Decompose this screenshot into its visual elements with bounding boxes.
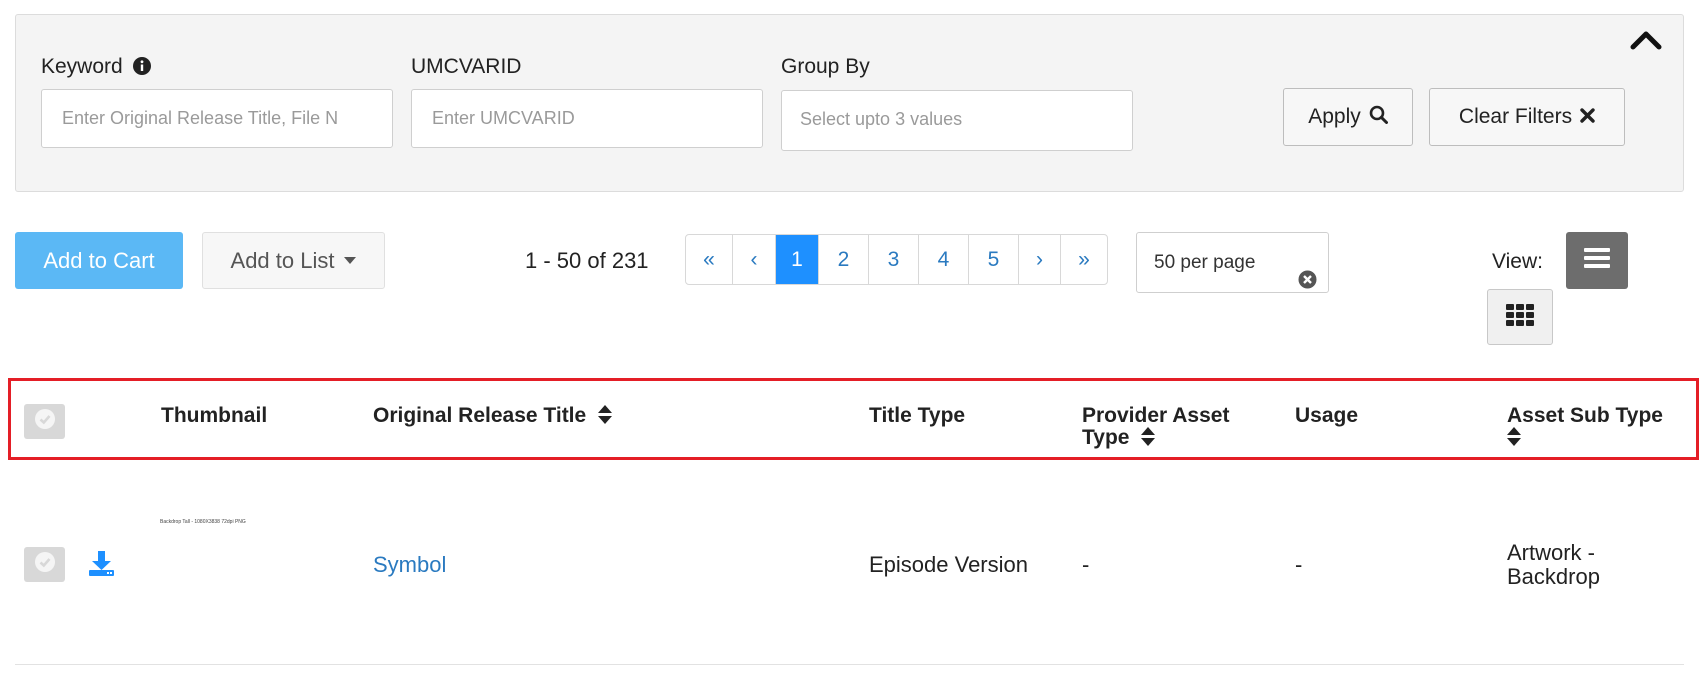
keyword-label-text: Keyword	[41, 55, 123, 78]
header-asset-sub-type[interactable]: Asset Sub Type	[1507, 405, 1663, 451]
cell-asset-sub-type-line1: Artwork -	[1507, 540, 1595, 565]
per-page-value: 50 per page	[1154, 252, 1256, 273]
keyword-input[interactable]: Enter Original Release Title, File N	[41, 89, 393, 148]
clear-circle-icon[interactable]	[1298, 254, 1317, 313]
list-view-button[interactable]	[1566, 232, 1628, 289]
cell-provider-asset-type: -	[1082, 552, 1090, 577]
last-page-button[interactable]: »	[1060, 235, 1107, 284]
page-button-3[interactable]: 3	[868, 235, 918, 284]
next-page-button[interactable]: ›	[1018, 235, 1060, 284]
close-icon	[1580, 105, 1595, 129]
download-icon[interactable]	[88, 550, 115, 582]
sort-icon[interactable]	[1507, 427, 1521, 451]
info-icon[interactable]	[132, 57, 151, 81]
sort-icon[interactable]	[598, 405, 613, 429]
prev-page-button[interactable]: ‹	[732, 235, 775, 284]
grid-view-button[interactable]	[1487, 289, 1553, 345]
filter-panel: Keyword Enter Original Release Title, Fi…	[15, 14, 1684, 192]
cell-usage: -	[1295, 552, 1303, 577]
keyword-label: Keyword	[41, 55, 151, 81]
page-button-4[interactable]: 4	[918, 235, 968, 284]
row-divider	[15, 664, 1684, 665]
first-page-button[interactable]: «	[686, 235, 732, 284]
check-icon	[34, 408, 56, 435]
select-all-checkbox[interactable]	[24, 404, 65, 439]
apply-button-label: Apply	[1308, 105, 1361, 128]
clear-filters-label: Clear Filters	[1458, 105, 1573, 128]
search-icon	[1369, 105, 1388, 130]
grid-view-icon	[1506, 303, 1534, 331]
header-provider-asset-type-line1: Provider Asset	[1082, 404, 1230, 427]
chevron-up-icon[interactable]	[1629, 29, 1663, 56]
groupby-select[interactable]: Select upto 3 values	[781, 90, 1133, 151]
header-original-release-title[interactable]: Original Release Title	[373, 404, 613, 429]
header-asset-sub-type-text: Asset Sub Type	[1507, 404, 1663, 427]
page-button-2[interactable]: 2	[818, 235, 868, 284]
pagination: « ‹ 1 2 3 4 5 › »	[685, 234, 1108, 285]
sort-icon[interactable]	[1141, 427, 1156, 451]
umcvarid-label: UMCVARID	[411, 55, 522, 78]
title-link[interactable]: Symbol	[373, 552, 446, 578]
caret-down-icon	[344, 257, 357, 264]
header-usage: Usage	[1295, 404, 1359, 427]
thumbnail-caption: Backdrop Tall - 1080X3838 72dpi PNG	[160, 519, 246, 525]
list-view-icon	[1584, 247, 1610, 274]
page-button-5[interactable]: 5	[968, 235, 1018, 284]
add-to-cart-button[interactable]: Add to Cart	[15, 232, 183, 289]
clear-filters-button[interactable]: Clear Filters	[1429, 88, 1625, 146]
cell-asset-sub-type-line2: Backdrop	[1507, 564, 1600, 589]
header-title-type: Title Type	[869, 404, 966, 427]
per-page-select[interactable]: 50 per page	[1136, 232, 1329, 293]
umcvarid-input[interactable]: Enter UMCVARID	[411, 89, 763, 148]
page-button-1[interactable]: 1	[775, 235, 818, 284]
header-thumbnail: Thumbnail	[161, 404, 268, 427]
cell-asset-sub-type: Artwork - Backdrop	[1507, 541, 1600, 589]
header-original-release-title-text: Original Release Title	[373, 404, 587, 427]
add-to-list-label: Add to List	[230, 247, 335, 273]
add-to-list-button[interactable]: Add to List	[202, 232, 385, 289]
cell-title-type: Episode Version	[869, 552, 1028, 577]
result-count: 1 - 50 of 231	[525, 248, 649, 273]
groupby-label: Group By	[781, 55, 870, 78]
header-provider-asset-type-line2: Type	[1082, 426, 1130, 449]
apply-button[interactable]: Apply	[1283, 88, 1413, 146]
view-label: View:	[1492, 250, 1543, 273]
row-checkbox[interactable]	[24, 547, 65, 582]
check-icon	[34, 551, 56, 578]
header-provider-asset-type[interactable]: Provider Asset Type	[1082, 405, 1229, 451]
